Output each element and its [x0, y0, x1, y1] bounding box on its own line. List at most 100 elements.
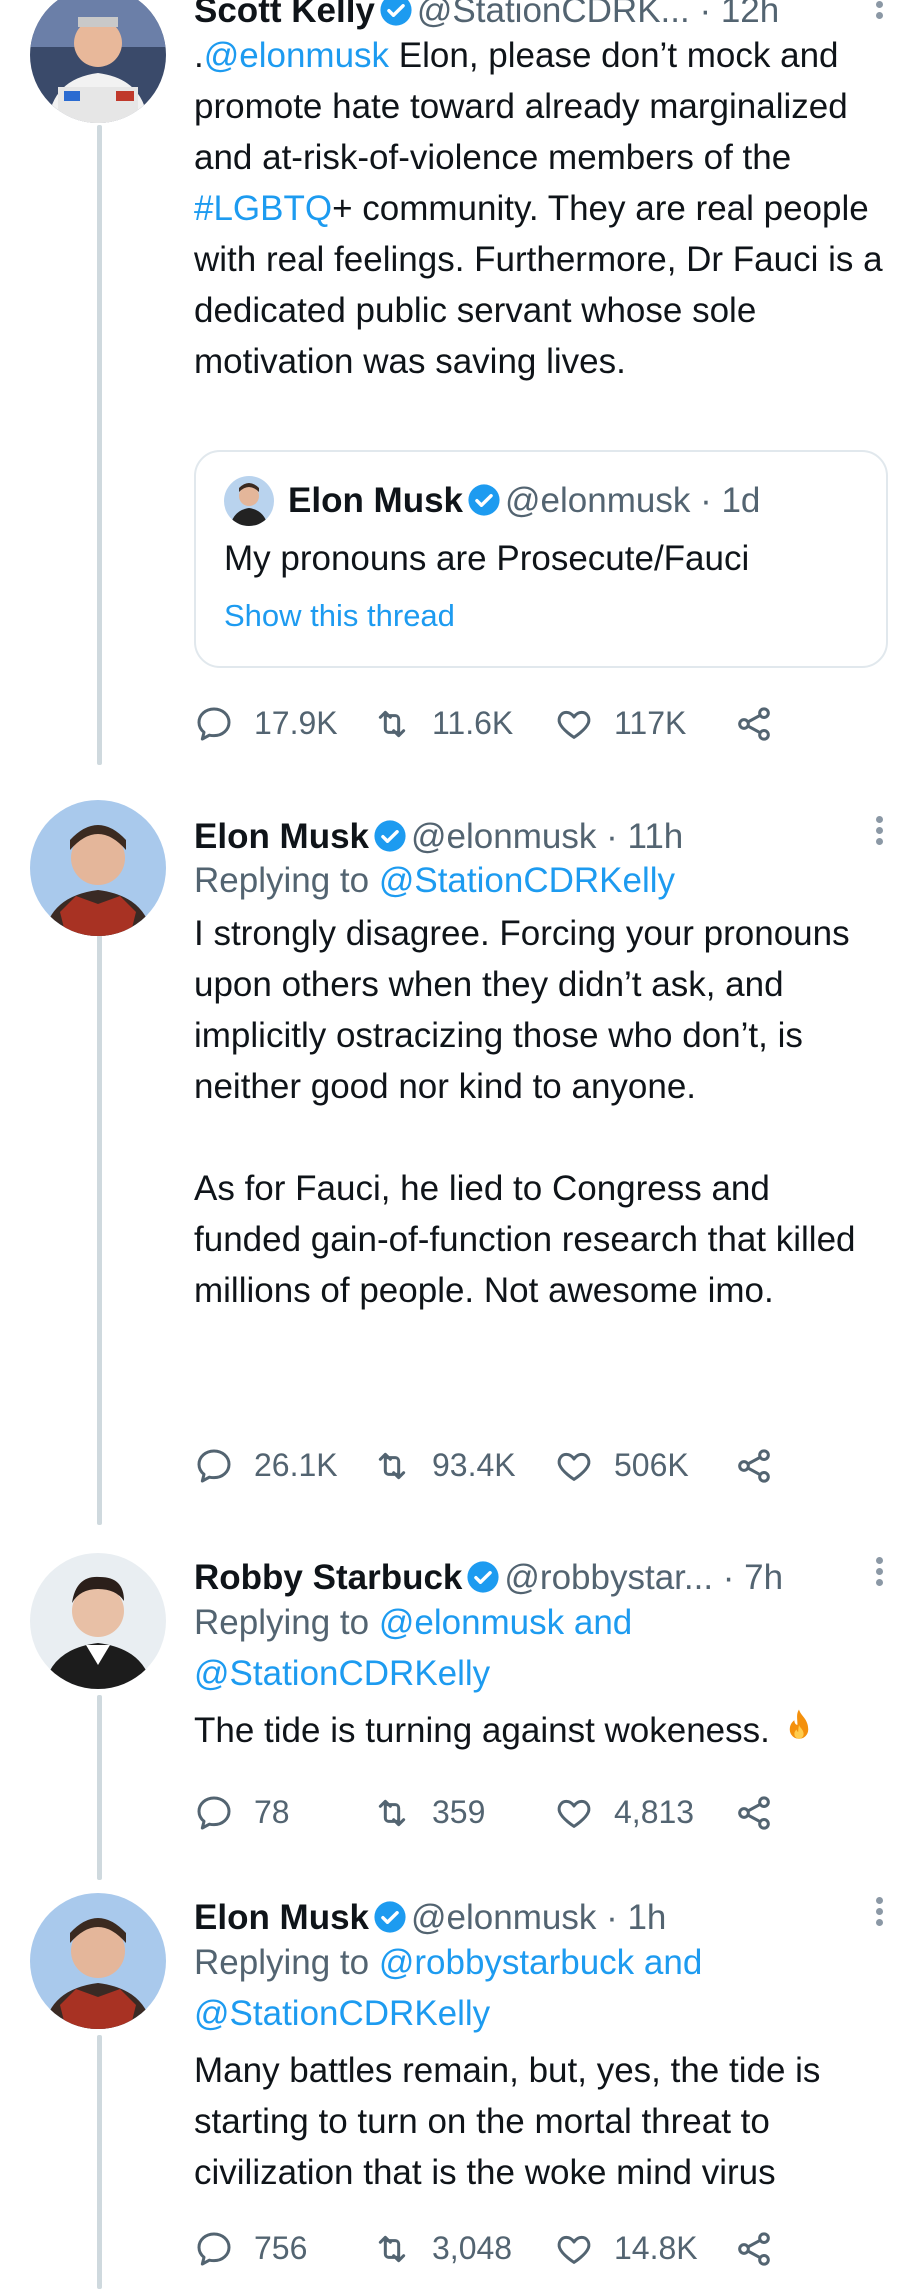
author-name[interactable]: Elon Musk [194, 817, 369, 856]
author-handle[interactable]: @elonmusk [411, 1898, 596, 1937]
text-prefix: . [194, 36, 204, 75]
tweet-header: Robby Starbuck @robbystar... · 7h [194, 1553, 846, 1603]
more-options-icon[interactable] [872, 812, 886, 852]
reply-count: 756 [254, 2230, 308, 2266]
reply-icon [197, 2232, 231, 2266]
reply-icon [197, 1449, 231, 1483]
quoted-text: My pronouns are Prosecute/Fauci [224, 539, 750, 578]
author-handle[interactable]: @elonmusk [411, 817, 596, 856]
author-handle[interactable]: @robbystar... [504, 1558, 713, 1597]
replying-prefix: Replying to [194, 1943, 379, 1982]
replying-line: Replying to @robbystarbuck and [194, 1937, 886, 1988]
share-icon [738, 707, 770, 741]
timestamp[interactable]: 1h [627, 1898, 666, 1937]
tweet-paragraph: I strongly disagree. Forcing your pronou… [194, 914, 850, 1106]
tweet-actions: 78 359 4,813 [194, 1787, 794, 1837]
tweet-actions: 26.1K 93.4K 506K [194, 1440, 794, 1490]
tweet[interactable]: Scott Kelly @StationCDRK... · 12h .@elonm… [0, 0, 906, 760]
author-name[interactable]: Scott Kelly [194, 0, 375, 30]
separator-dot: · [596, 1898, 628, 1937]
retweet-icon [378, 2235, 406, 2263]
tweet[interactable]: Robby Starbuck @robbystar... · 7h Replyin… [0, 1545, 906, 1845]
show-thread-link[interactable]: Show this thread [224, 594, 455, 638]
retweet-count: 3,048 [432, 2230, 513, 2266]
replying-line: Replying to @StationCDRKelly [194, 855, 886, 906]
share-icon [738, 1796, 770, 1830]
reply-count: 78 [254, 1794, 290, 1830]
more-options-icon[interactable] [872, 1893, 886, 1933]
replying-and: and [564, 1603, 633, 1642]
retweet-count: 93.4K [432, 1447, 516, 1483]
replying-line: Replying to @elonmusk and [194, 1597, 886, 1648]
separator-dot: · [690, 481, 722, 520]
retweet-count: 359 [432, 1794, 486, 1830]
verified-badge-icon [374, 820, 406, 852]
mention-link[interactable]: @StationCDRKelly [194, 1648, 886, 1699]
quoted-avatar [224, 476, 274, 526]
separator-dot: · [689, 0, 721, 30]
tweet-text-line: The tide is turning against wokeness. [194, 1705, 886, 1756]
quoted-author-name: Elon Musk [288, 481, 464, 520]
tweet-text-content: Many battles remain, but, yes, the tide … [194, 2051, 821, 2192]
reply-count: 26.1K [254, 1447, 338, 1483]
like-icon [557, 1452, 591, 1481]
verified-badge-icon [374, 1901, 406, 1933]
author-name[interactable]: Elon Musk [194, 1898, 369, 1937]
reply-icon [197, 1796, 231, 1830]
share-icon [738, 1449, 770, 1483]
fire-emoji [789, 1709, 808, 1739]
tweet-header: Elon Musk @elonmusk · 1h [194, 1893, 846, 1943]
tweet[interactable]: Elon Musk @elonmusk · 11h Replying to @St… [0, 800, 906, 1500]
avatar[interactable] [30, 1553, 166, 1689]
quoted-header: Elon Musk @elonmusk · 1d [288, 476, 760, 526]
tweet-text: Replying to @StationCDRKelly I strongly … [194, 855, 886, 1316]
like-count: 14.8K [614, 2230, 698, 2266]
reply-icon [197, 707, 231, 741]
replying-and: and [634, 1943, 703, 1982]
timestamp[interactable]: 12h [721, 0, 779, 30]
author-handle[interactable]: @StationCDRK... [417, 0, 690, 30]
tweet-actions: 17.9K 11.6K 117K [194, 698, 794, 748]
more-options-icon[interactable] [872, 0, 886, 26]
like-icon [557, 2235, 591, 2264]
avatar[interactable] [30, 1893, 166, 2029]
retweet-icon [378, 1799, 406, 1827]
reply-count: 17.9K [254, 705, 338, 741]
retweet-icon [378, 710, 406, 738]
like-count: 4,813 [614, 1794, 695, 1830]
verified-badge-icon [467, 1561, 499, 1593]
tweet-paragraph: As for Fauci, he lied to Congress and fu… [194, 1169, 856, 1310]
tweet-text: Replying to @robbystarbuck and @StationC… [194, 1937, 886, 2198]
author-name[interactable]: Robby Starbuck [194, 1558, 462, 1597]
share-icon [738, 2232, 770, 2266]
tweet-text: .@elonmusk Elon, please don’t mock and p… [194, 30, 886, 387]
mention-link[interactable]: @StationCDRKelly [194, 1988, 886, 2039]
like-icon [557, 1799, 591, 1828]
avatar[interactable] [30, 800, 166, 936]
quoted-tweet[interactable]: Elon Musk @elonmusk · 1d My pronouns are … [194, 450, 888, 668]
quoted-timestamp: 1d [721, 481, 761, 520]
hashtag-link[interactable]: #LGBTQ [194, 189, 332, 228]
mention-link[interactable]: @robbystarbuck [379, 1943, 634, 1982]
like-count: 506K [614, 1447, 689, 1483]
quoted-author-handle: @elonmusk [505, 481, 691, 520]
replying-prefix: Replying to [194, 1603, 379, 1642]
mention-link[interactable]: @elonmusk [379, 1603, 564, 1642]
tweet-text: Replying to @elonmusk and @StationCDRKel… [194, 1597, 886, 1756]
mention-link[interactable]: @elonmusk [204, 36, 389, 75]
avatar[interactable] [30, 0, 166, 123]
more-options-icon[interactable] [872, 1553, 886, 1593]
timestamp[interactable]: 7h [744, 1558, 783, 1597]
separator-dot: · [713, 1558, 745, 1597]
retweet-count: 11.6K [432, 705, 514, 741]
tweet-text-content: The tide is turning against wokeness. [194, 1711, 770, 1750]
tweet[interactable]: Elon Musk @elonmusk · 1h Replying to @rob… [0, 1885, 906, 2289]
retweet-icon [378, 1452, 406, 1480]
like-icon [557, 710, 591, 739]
like-count: 117K [614, 705, 687, 741]
mention-link[interactable]: @StationCDRKelly [379, 861, 675, 900]
replying-prefix: Replying to [194, 861, 379, 900]
timestamp[interactable]: 11h [627, 817, 683, 856]
separator-dot: · [596, 817, 628, 856]
